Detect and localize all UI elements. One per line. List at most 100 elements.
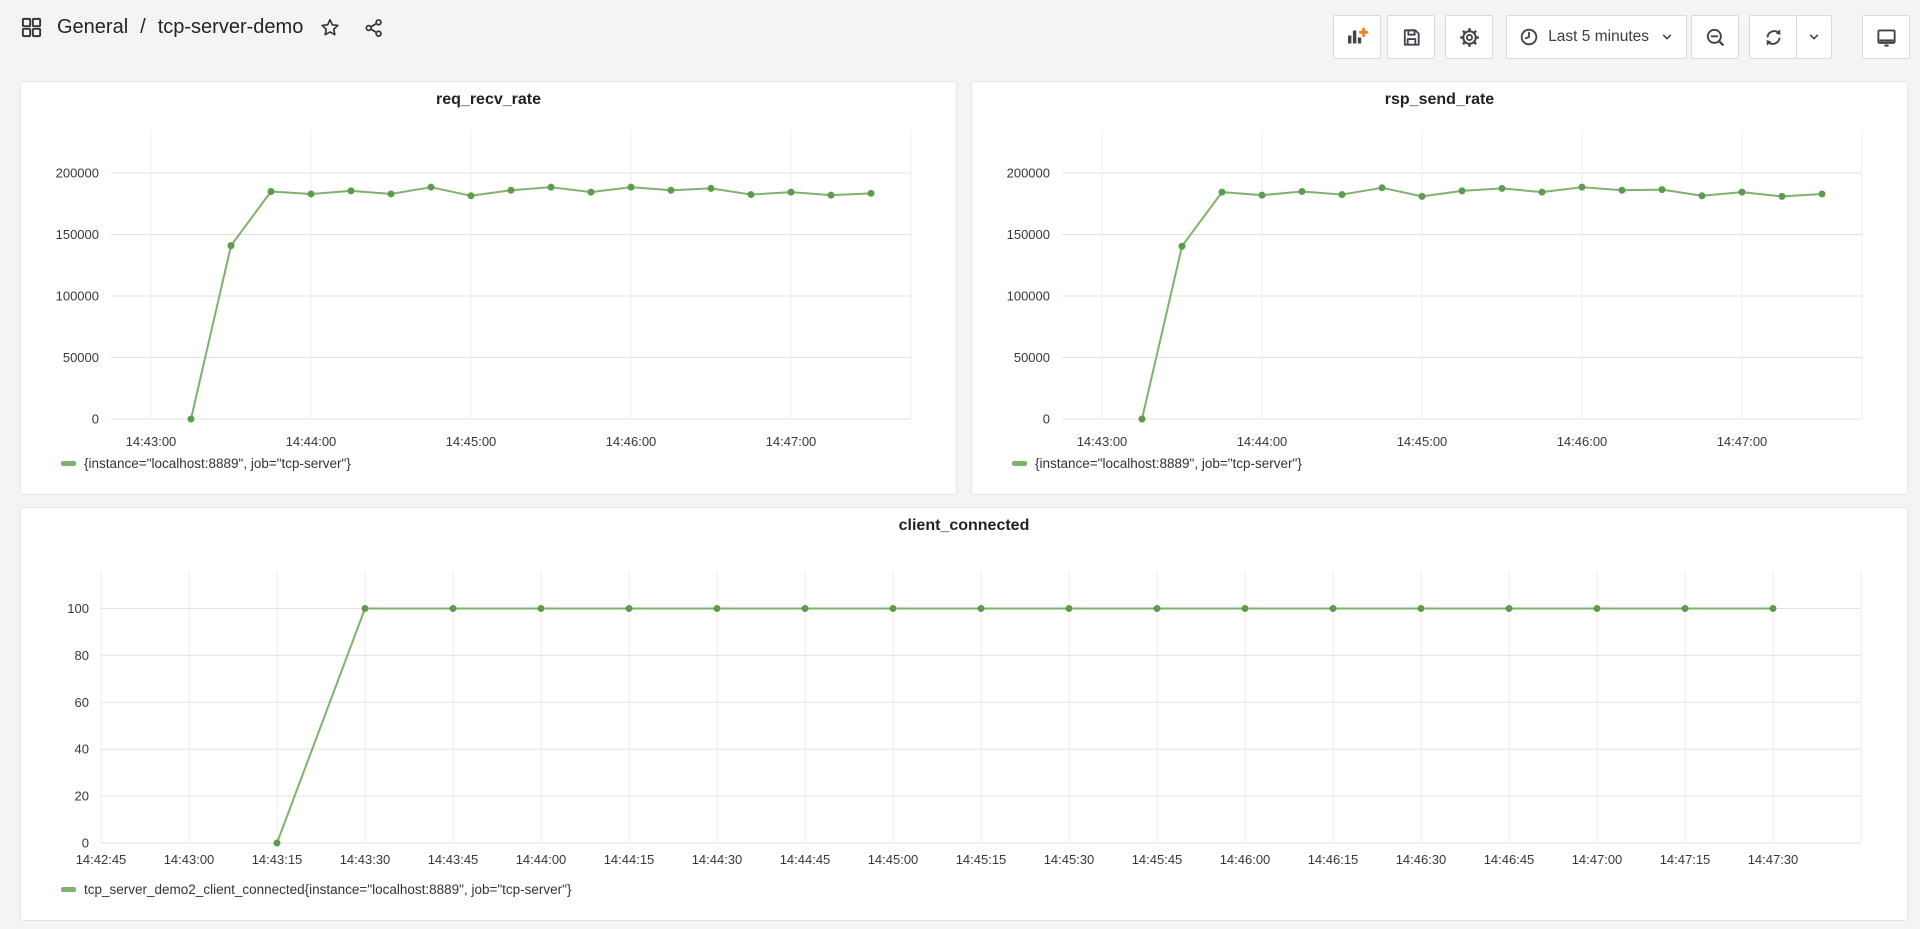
y-axis-tick-label: 0 (82, 836, 89, 851)
time-range-picker[interactable]: Last 5 minutes (1506, 15, 1687, 59)
gear-icon (1458, 26, 1481, 49)
apps-grid-icon[interactable] (18, 14, 45, 41)
x-axis-tick-label: 14:44:00 (516, 852, 567, 867)
series-point (274, 840, 281, 847)
series-point (1242, 605, 1249, 612)
series-point (1739, 189, 1746, 196)
series-point (1339, 191, 1346, 198)
x-axis-tick-label: 14:43:30 (340, 852, 391, 867)
x-axis-tick-label: 14:46:00 (1220, 852, 1271, 867)
x-axis-tick-label: 14:47:00 (1572, 852, 1623, 867)
series-point (626, 605, 633, 612)
series-point (450, 605, 457, 612)
series-point (628, 184, 635, 191)
series-point (1066, 605, 1073, 612)
panel-title-client-connected[interactable]: client_connected (21, 508, 1907, 544)
series-point (1770, 605, 1777, 612)
series-point (188, 416, 195, 423)
y-axis-tick-label: 50000 (1014, 350, 1050, 365)
y-axis-tick-label: 0 (1043, 412, 1050, 427)
dashboard-settings-button[interactable] (1445, 15, 1493, 59)
save-icon (1400, 26, 1423, 49)
legend-series-label: {instance="localhost:8889", job="tcp-ser… (84, 456, 351, 471)
y-axis-tick-label: 200000 (56, 166, 99, 181)
star-icon[interactable] (317, 15, 343, 41)
chevron-down-icon (1659, 29, 1675, 45)
time-range-label: Last 5 minutes (1548, 28, 1649, 46)
y-axis-tick-label: 150000 (56, 227, 99, 242)
series-point (714, 605, 721, 612)
series-point (1419, 193, 1426, 200)
refresh-button[interactable] (1749, 15, 1797, 59)
x-axis-tick-label: 14:45:00 (868, 852, 919, 867)
x-axis-tick-label: 14:42:45 (76, 852, 127, 867)
panel-rsp-send-rate: rsp_send_rate 0 50000 100000 150000 200000 14… (971, 81, 1908, 495)
x-axis-tick-label: 14:45:45 (1132, 852, 1183, 867)
y-axis-tick-label: 200000 (1007, 166, 1050, 181)
series-point (268, 188, 275, 195)
kiosk-mode-button[interactable] (1862, 15, 1910, 59)
rsp-send-rate-graph[interactable]: 05000010000015000020000014:43:0014:44:00… (972, 118, 1907, 450)
zoom-out-button[interactable] (1691, 15, 1739, 59)
series-point (788, 189, 795, 196)
panel-title-text: req_recv_rate (436, 91, 541, 109)
x-axis-tick-label: 14:47:15 (1660, 852, 1711, 867)
y-axis-tick-label: 100000 (1007, 289, 1050, 304)
series-point (1539, 189, 1546, 196)
share-icon[interactable] (361, 15, 387, 41)
clock-icon (1518, 26, 1540, 48)
legend-series-swatch (61, 461, 76, 466)
breadcrumb-section[interactable]: General (57, 16, 128, 39)
x-axis-tick-label: 14:47:00 (766, 434, 817, 449)
breadcrumb-separator: / (140, 16, 146, 39)
req-recv-rate-graph[interactable]: 05000010000015000020000014:43:0014:44:00… (21, 118, 956, 450)
series-point (1619, 187, 1626, 194)
series-point (708, 185, 715, 192)
y-axis-tick-label: 150000 (1007, 227, 1050, 242)
series-point (978, 605, 985, 612)
x-axis-tick-label: 14:44:45 (780, 852, 831, 867)
panel-client-connected: client_connected 02040608010014:42:4514:… (20, 507, 1908, 921)
series-point (228, 242, 235, 249)
y-axis-tick-label: 40 (75, 742, 89, 757)
add-panel-button[interactable] (1333, 15, 1381, 59)
breadcrumb: General / tcp-server-demo (18, 14, 387, 41)
client-connected-graph[interactable]: 02040608010014:42:4514:43:0014:43:1514:4… (21, 544, 1907, 876)
x-axis-tick-label: 14:43:00 (164, 852, 215, 867)
breadcrumb-dashboard-title[interactable]: tcp-server-demo (158, 16, 304, 39)
panel-title-rsp-send-rate[interactable]: rsp_send_rate (972, 82, 1907, 118)
x-axis-tick-label: 14:45:30 (1044, 852, 1095, 867)
series-line (191, 187, 871, 419)
series-point (588, 189, 595, 196)
kiosk-mode-icon (1875, 26, 1898, 49)
legend-item-conn[interactable]: tcp_server_demo2_client_connected{instan… (61, 882, 1907, 897)
y-axis-tick-label: 100000 (56, 289, 99, 304)
series-point (1699, 192, 1706, 199)
x-axis-tick-label: 14:44:15 (604, 852, 655, 867)
series-point (1819, 190, 1826, 197)
save-dashboard-button[interactable] (1387, 15, 1435, 59)
x-axis-tick-label: 14:45:00 (1397, 434, 1448, 449)
add-panel-icon (1345, 25, 1369, 49)
panel-title-text: rsp_send_rate (1385, 91, 1494, 109)
series-point (1594, 605, 1601, 612)
series-point (1506, 605, 1513, 612)
series-point (1179, 243, 1186, 250)
dashboard-header: General / tcp-server-demo (0, 0, 1920, 66)
series-point (1682, 605, 1689, 612)
panel-title-req-recv-rate[interactable]: req_recv_rate (21, 82, 956, 118)
y-axis-tick-label: 20 (75, 789, 89, 804)
legend-series-label: {instance="localhost:8889", job="tcp-ser… (1035, 456, 1302, 471)
legend-item-rsp[interactable]: {instance="localhost:8889", job="tcp-ser… (1012, 456, 1907, 471)
x-axis-tick-label: 14:46:30 (1396, 852, 1447, 867)
series-point (828, 192, 835, 199)
panel-title-text: client_connected (899, 517, 1030, 535)
x-axis-tick-label: 14:44:00 (1237, 434, 1288, 449)
x-axis-tick-label: 14:43:15 (252, 852, 303, 867)
refresh-interval-button[interactable] (1796, 15, 1832, 59)
series-point (468, 192, 475, 199)
legend-item-req[interactable]: {instance="localhost:8889", job="tcp-ser… (61, 456, 956, 471)
series-point (1154, 605, 1161, 612)
series-point (1499, 185, 1506, 192)
legend-series-label: tcp_server_demo2_client_connected{instan… (84, 882, 571, 897)
